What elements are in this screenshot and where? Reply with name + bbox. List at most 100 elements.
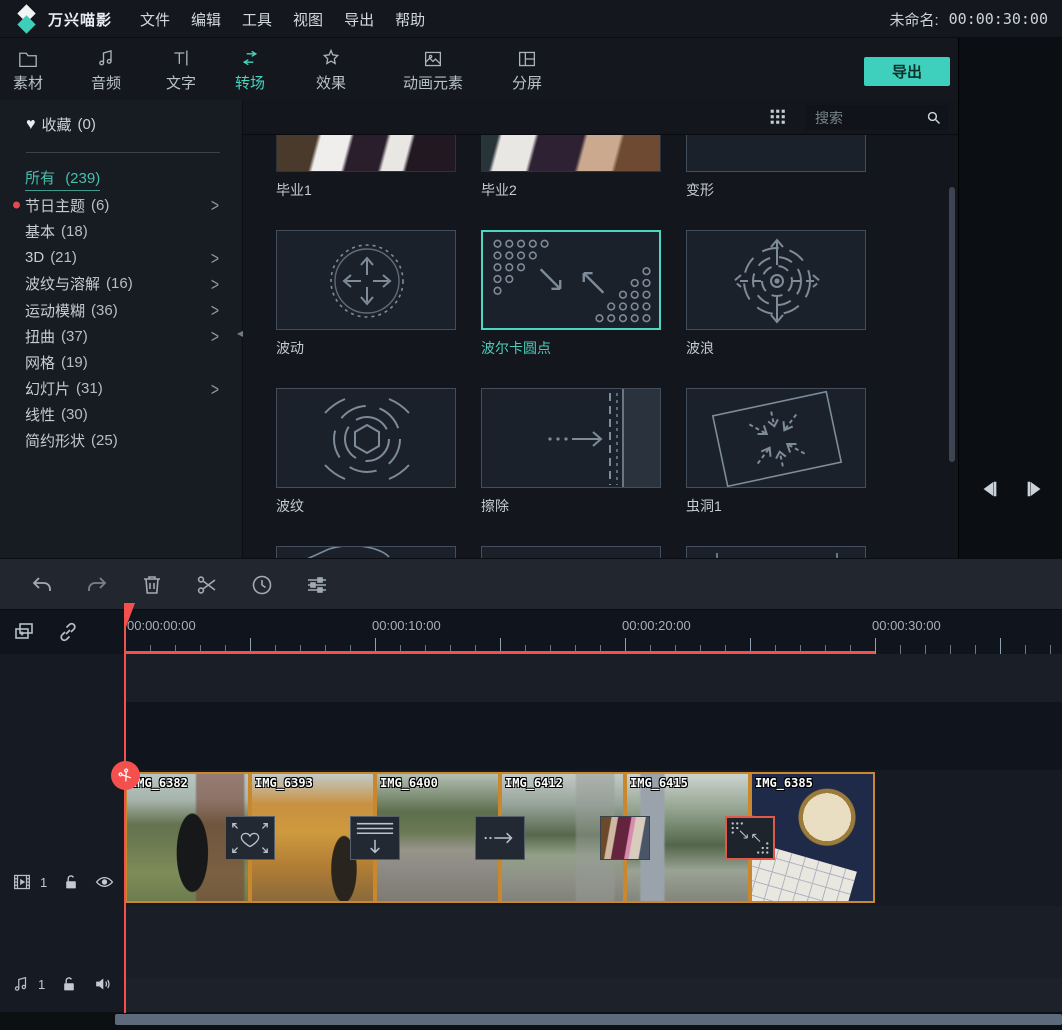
tab-label: 音频 — [91, 72, 121, 93]
duration-clock-icon[interactable] — [250, 573, 274, 597]
sidebar-item-holiday[interactable]: 节日主题(6) > — [0, 192, 243, 218]
timeline-horizontal-scrollbar[interactable] — [115, 1014, 1062, 1025]
tab-splitscreen[interactable]: 分屏 — [507, 46, 547, 93]
previous-frame-button[interactable] — [978, 479, 1000, 499]
sidebar-item-distort[interactable]: 扭曲(37) > — [0, 323, 243, 349]
tab-effects[interactable]: 效果 — [311, 46, 351, 93]
item-label: 3D — [25, 249, 44, 266]
menu-view[interactable]: 视图 — [293, 7, 323, 32]
tab-text[interactable]: 文字 — [161, 46, 201, 93]
tab-transitions[interactable]: 转场 — [230, 46, 270, 93]
timeline-empty-row — [0, 978, 1062, 1012]
item-count: (6) — [91, 197, 109, 214]
timeline-toolbar — [0, 558, 1062, 610]
sidebar-item-grid[interactable]: 网格(19) — [0, 349, 243, 375]
music-note-icon — [96, 46, 116, 68]
transition-item-polka-dots-selected[interactable]: 波尔卡圆点 — [481, 230, 661, 358]
playhead-line[interactable] — [124, 608, 126, 1013]
category-sidebar: ♥ 收藏 (0) 所有 (239) 节日主题(6) > 基本(18) 3D(21… — [0, 100, 243, 558]
add-track-icon[interactable] — [12, 620, 36, 644]
search-icon[interactable] — [925, 109, 942, 126]
transition-item-bowen[interactable]: 波纹 — [276, 388, 456, 516]
timeline-empty-row — [0, 654, 1062, 702]
transition-item-cachu[interactable]: 擦除 — [481, 388, 661, 516]
menu-export[interactable]: 导出 — [344, 7, 374, 32]
new-badge-dot — [13, 202, 20, 209]
item-count: (239) — [65, 170, 100, 187]
transition-thumb — [276, 546, 456, 558]
item-count: (18) — [61, 223, 88, 240]
export-button[interactable]: 导出 — [864, 57, 950, 86]
transition-item-partial[interactable] — [481, 546, 661, 558]
audio-track-icon — [12, 975, 30, 993]
transition-label: 虫洞1 — [686, 496, 866, 516]
item-count: (36) — [91, 302, 118, 319]
playhead-scissors-grip[interactable] — [111, 761, 140, 790]
favorites-label: 收藏 — [42, 114, 72, 135]
project-info: 未命名: 00:00:30:00 — [889, 0, 1048, 38]
library-scrollbar[interactable] — [949, 187, 955, 462]
split-scissors-icon[interactable] — [195, 573, 219, 597]
sidebar-item-slideshow[interactable]: 幻灯片(31) > — [0, 376, 243, 402]
sidebar-item-basic[interactable]: 基本(18) — [0, 218, 243, 244]
tab-label: 效果 — [316, 72, 346, 93]
transition-item-biye1[interactable]: 毕业1 — [276, 135, 456, 200]
menu-edit[interactable]: 编辑 — [191, 7, 221, 32]
transition-item-partial[interactable] — [276, 546, 456, 558]
menu-tools[interactable]: 工具 — [242, 7, 272, 32]
tab-media[interactable]: 素材 — [8, 46, 48, 93]
transition-item-partial[interactable] — [686, 546, 866, 558]
link-icon[interactable] — [56, 620, 80, 644]
menu-file[interactable]: 文件 — [140, 7, 170, 32]
transition-overlay-wipe-down[interactable] — [350, 816, 400, 860]
clip-name: IMG_6385 — [755, 776, 813, 790]
speaker-icon[interactable] — [93, 975, 112, 993]
search-input[interactable] — [805, 110, 925, 126]
transition-item-chongdong1[interactable]: 虫洞1 — [686, 388, 866, 516]
menu-help[interactable]: 帮助 — [395, 7, 425, 32]
sidebar-item-ripple-dissolve[interactable]: 波纹与溶解(16) > — [0, 271, 243, 297]
adjust-sliders-icon[interactable] — [305, 573, 329, 597]
delete-trash-icon[interactable] — [140, 573, 164, 597]
transition-item-bianxing[interactable]: 变形 — [686, 135, 866, 200]
lock-open-icon[interactable] — [61, 975, 77, 993]
transition-label: 毕业2 — [481, 180, 661, 200]
transition-label: 毕业1 — [276, 180, 456, 200]
visibility-eye-icon[interactable] — [95, 874, 114, 890]
next-frame-button[interactable] — [1024, 479, 1046, 499]
tab-label: 素材 — [13, 72, 43, 93]
image-icon — [423, 46, 443, 68]
tab-label: 文字 — [166, 72, 196, 93]
tab-elements[interactable]: 动画元素 — [403, 46, 463, 93]
library-toolbar — [243, 100, 958, 135]
sidebar-favorites[interactable]: ♥ 收藏 (0) — [26, 114, 96, 135]
sidebar-item-simple-shapes[interactable]: 简约形状(25) — [0, 428, 243, 454]
undo-icon[interactable] — [30, 573, 54, 597]
transition-thumb — [686, 546, 866, 558]
brand-name: 万兴喵影 — [48, 9, 112, 30]
transition-item-biye2[interactable]: 毕业2 — [481, 135, 661, 200]
sidebar-item-3d[interactable]: 3D(21) > — [0, 245, 243, 271]
transition-item-bolang[interactable]: 波浪 — [686, 230, 866, 358]
brand: 万兴喵影 — [14, 6, 112, 32]
sidebar-item-all[interactable]: 所有 (239) — [0, 166, 243, 192]
sidebar-item-linear[interactable]: 线性(30) — [0, 402, 243, 428]
heart-icon: ♥ — [26, 116, 36, 134]
transition-overlay-polka-dots[interactable] — [725, 816, 775, 860]
transition-item-bodong[interactable]: 波动 — [276, 230, 456, 358]
sidebar-item-motion-blur[interactable]: 运动模糊(36) > — [0, 297, 243, 323]
item-count: (31) — [76, 380, 103, 397]
tab-audio[interactable]: 音频 — [86, 46, 126, 93]
transition-overlay-heart[interactable] — [225, 816, 275, 860]
redo-icon[interactable] — [85, 573, 109, 597]
transition-label: 波纹 — [276, 496, 456, 516]
transition-overlay-photo[interactable] — [600, 816, 650, 860]
transition-overlay-wipe-right[interactable] — [475, 816, 525, 860]
grid-view-icon[interactable] — [767, 106, 789, 128]
transition-thumb — [481, 135, 661, 172]
lock-open-icon[interactable] — [63, 873, 79, 891]
clip-name: IMG_6393 — [255, 776, 313, 790]
project-duration: 00:00:30:00 — [949, 10, 1048, 28]
project-duration-bar — [125, 651, 875, 654]
clip-name: IMG_6415 — [630, 776, 688, 790]
